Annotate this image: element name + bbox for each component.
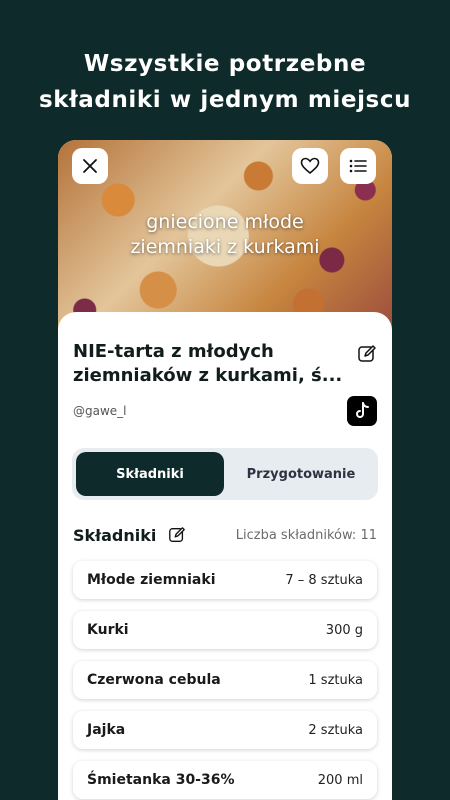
close-icon [83,159,97,173]
phone-screen: gniecione młode ziemniaki z kurkami NIE-… [58,140,392,800]
recipe-title-line2: ziemniaków z kurkami, ś... [73,365,343,386]
tiktok-icon [356,402,369,418]
edit-icon [358,345,376,362]
list-button[interactable] [340,148,376,184]
ingredient-quantity: 200 ml [317,772,363,788]
ingredient-quantity: 7 – 8 sztuka [285,572,363,588]
edit-title-button[interactable] [357,344,377,368]
ingredients-count: Liczba składników: 11 [235,528,377,543]
close-button[interactable] [72,148,108,184]
ingredient-name: Młode ziemniaki [87,572,216,588]
ingredient-row[interactable]: Jajka 2 sztuka [73,711,377,749]
tab-ingredients[interactable]: Składniki [76,452,224,496]
ingredients-title: Składniki [73,526,157,545]
tiktok-link[interactable] [347,396,377,426]
ingredient-row[interactable]: Śmietanka 30-36% 200 ml [73,761,377,799]
favorite-button[interactable] [292,148,328,184]
tab-preparation[interactable]: Przygotowanie [228,452,374,496]
promo-headline-line2: składniki w jednym miejscu [38,87,412,113]
ingredient-quantity: 300 g [325,622,363,638]
ingredients-header: Składniki [73,526,186,548]
ingredient-row[interactable]: Młode ziemniaki 7 – 8 sztuka [73,561,377,599]
edit-icon [169,527,185,542]
ingredient-quantity: 2 sztuka [308,722,363,738]
recipe-details-sheet: NIE-tarta z młodych ziemniaków z kurkami… [58,312,392,800]
ingredient-name: Śmietanka 30-36% [87,772,235,788]
ingredient-row[interactable]: Kurki 300 g [73,611,377,649]
heart-icon [300,157,320,175]
ingredient-name: Kurki [87,622,129,638]
ingredient-row[interactable]: Czerwona cebula 1 sztuka [73,661,377,699]
edit-ingredients-button[interactable] [168,526,186,548]
ingredient-name: Jajka [87,722,126,738]
ingredient-name: Czerwona cebula [87,672,221,688]
hero-caption: gniecione młode ziemniaki z kurkami [58,210,392,260]
promo-headline: Wszystkie potrzebne składniki w jednym m… [0,46,450,118]
recipe-hero-image: gniecione młode ziemniaki z kurkami [58,140,392,340]
hero-caption-line2: ziemniaki z kurkami [130,236,320,258]
recipe-tabs: Składniki Przygotowanie [72,448,378,500]
recipe-author[interactable]: @gawe_l [73,404,127,418]
recipe-title: NIE-tarta z młodych ziemniaków z kurkami… [73,340,353,388]
recipe-title-line1: NIE-tarta z młodych [73,341,274,362]
promo-headline-line1: Wszystkie potrzebne [83,51,367,77]
ingredient-quantity: 1 sztuka [308,672,363,688]
list-icon [349,159,367,173]
hero-caption-line1: gniecione młode [146,211,304,233]
